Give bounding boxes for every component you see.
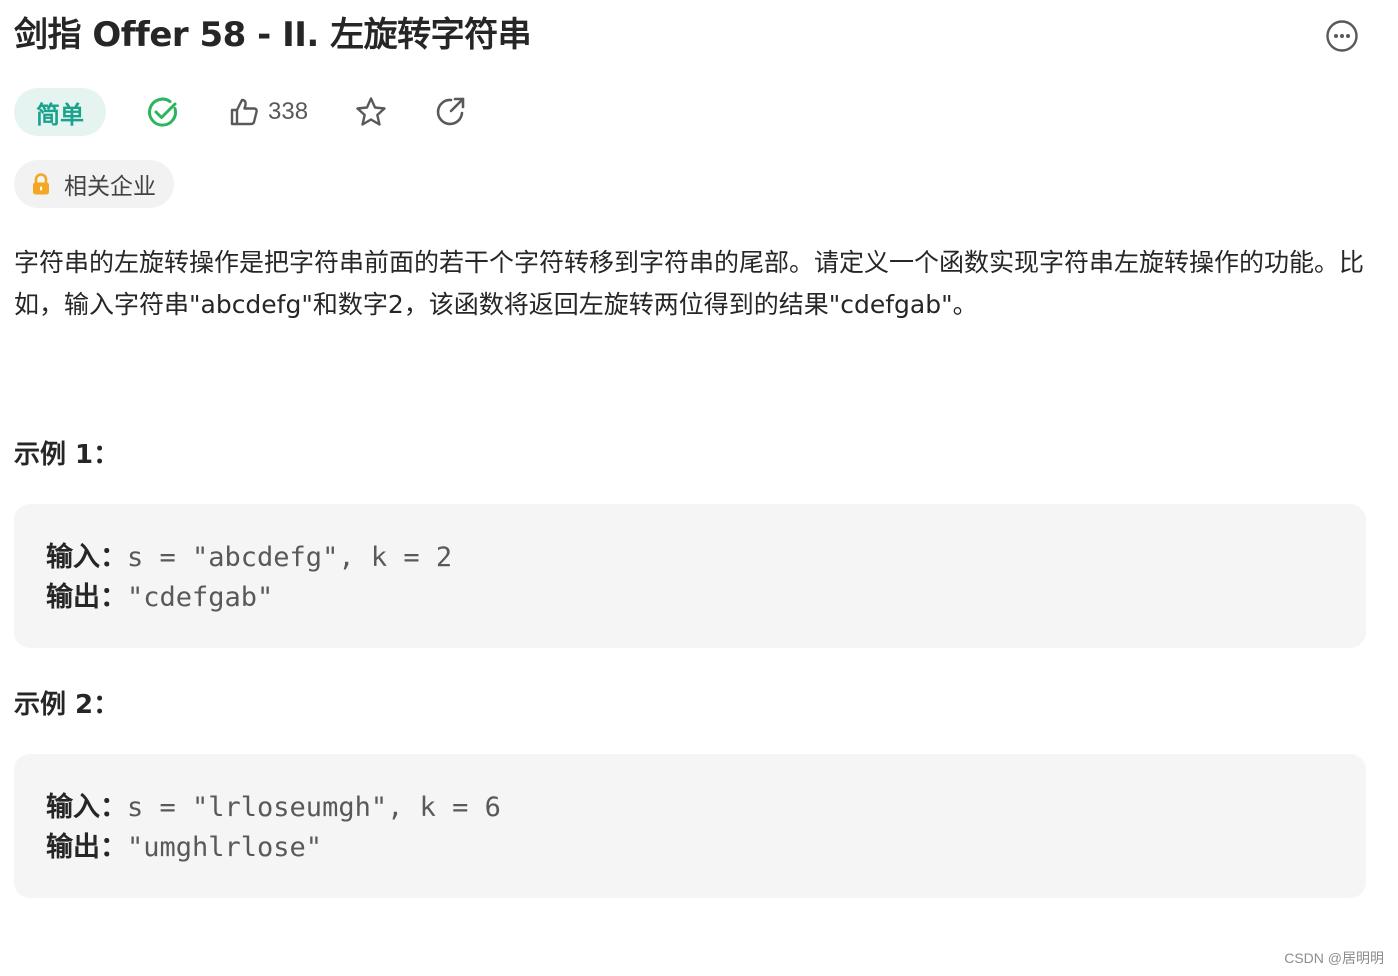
example-2-title: 示例 2：: [14, 690, 120, 720]
example-2-input: 输入：s = "lrloseumgh", k = 6: [46, 788, 1366, 828]
input-value: s = "abcdefg", k = 2: [127, 542, 453, 573]
more-icon: [1326, 20, 1358, 52]
like-button[interactable]: 338: [228, 96, 308, 128]
example-1-output: 输出："cdefgab": [46, 578, 1366, 618]
share-button[interactable]: [434, 95, 468, 129]
watermark: CSDN @居明明: [1284, 950, 1384, 966]
example-1-input: 输入：s = "abcdefg", k = 2: [46, 538, 1366, 578]
example-2-output: 输出："umghlrlose": [46, 828, 1366, 868]
output-value: "cdefgab": [127, 582, 274, 613]
solved-status: [146, 95, 180, 129]
thumbs-up-icon: [230, 98, 258, 126]
example-1-block: 输入：s = "abcdefg", k = 2 输出："cdefgab": [14, 504, 1366, 648]
favorite-button[interactable]: [354, 95, 388, 129]
difficulty-badge: 简单: [14, 88, 106, 136]
related-companies-label: 相关企业: [64, 174, 156, 200]
problem-title: 剑指 Offer 58 - II. 左旋转字符串: [14, 15, 532, 55]
problem-meta-row: 简单 338: [14, 88, 468, 136]
input-value: s = "lrloseumgh", k = 6: [127, 792, 501, 823]
input-label: 输入：: [46, 792, 127, 823]
related-companies-button[interactable]: 相关企业: [14, 160, 174, 208]
share-icon: [436, 97, 465, 126]
output-value: "umghlrlose": [127, 832, 323, 863]
example-2-block: 输入：s = "lrloseumgh", k = 6 输出："umghlrlos…: [14, 754, 1366, 898]
output-label: 输出：: [46, 582, 127, 613]
check-circle-icon: [148, 97, 177, 127]
problem-description: 字符串的左旋转操作是把字符串前面的若干个字符转移到字符串的尾部。请定义一个函数实…: [14, 248, 1365, 319]
star-icon: [356, 97, 386, 126]
input-label: 输入：: [46, 542, 127, 573]
output-label: 输出：: [46, 832, 127, 863]
more-options-button[interactable]: [1325, 19, 1359, 53]
lock-icon: [30, 172, 52, 196]
example-1-title: 示例 1：: [14, 440, 120, 470]
like-count: 338: [268, 98, 309, 125]
